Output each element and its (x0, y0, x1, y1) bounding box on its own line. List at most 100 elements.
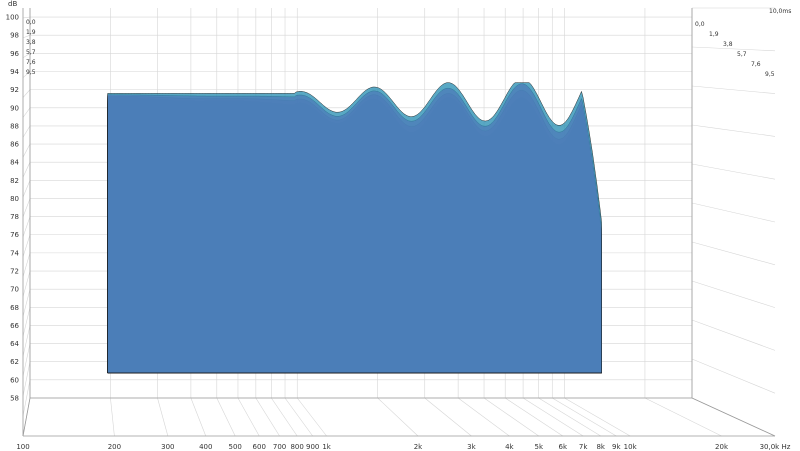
x-tick-label: 7k (579, 443, 588, 451)
grid-wall-line (22, 89, 31, 98)
grid-floor-line (538, 397, 601, 437)
grid-floor-line (457, 397, 510, 437)
grid-wall-line (691, 202, 776, 223)
chart-frame (22, 397, 31, 437)
y-tick-label: 60 (10, 376, 19, 384)
y-tick-label: 80 (10, 195, 19, 203)
y-tick-label: 76 (10, 231, 19, 239)
grid-wall-line (22, 379, 31, 417)
grid-wall-line (691, 163, 776, 180)
time-tick-label: 1,9 (709, 31, 719, 38)
x-tick-label: 900 (306, 443, 319, 451)
time-tick-label: 7,6 (26, 59, 36, 66)
grid-floor-line (157, 397, 169, 437)
y-tick-label: 68 (10, 304, 19, 312)
grid-wall-line (22, 143, 31, 158)
y-tick-label: 66 (10, 322, 19, 330)
grid-floor-line (110, 397, 115, 437)
grid-wall-line (22, 361, 31, 397)
time-tick-label: 9,5 (26, 69, 36, 76)
y-tick-label: 92 (10, 86, 19, 94)
grid-floor-line (284, 397, 313, 437)
grid-floor-line (190, 397, 207, 437)
grid-floor-line (483, 397, 539, 437)
x-tick-label: 4k (505, 443, 514, 451)
x-tick-label: 9k (612, 443, 621, 451)
grid-wall-line (22, 234, 31, 257)
grid-floor-line (271, 397, 298, 437)
grid-floor-line (552, 397, 617, 437)
grid-floor-line (237, 397, 260, 437)
grid-floor-line (424, 397, 472, 437)
grid-floor-line (297, 397, 327, 437)
x-tick-label: 1k (322, 443, 331, 451)
x-tick-label: 6k (559, 443, 568, 451)
y-tick-label: 86 (10, 141, 19, 149)
grid-wall-line (691, 46, 776, 52)
x-tick-label: 600 (253, 443, 266, 451)
grid-wall-line (22, 343, 31, 377)
grid-floor-line (255, 397, 280, 437)
x-tick-label: 100 (16, 443, 29, 451)
grid-wall-line (691, 85, 776, 94)
grid-floor-line (505, 397, 563, 437)
time-tick-label: 7,6 (751, 61, 761, 68)
grid-wall-line (22, 162, 31, 178)
y-tick-label: 72 (10, 268, 19, 276)
grid-wall-line (691, 241, 776, 266)
grid-floor-line (644, 397, 722, 437)
y-tick-label: 78 (10, 213, 19, 221)
grid-wall-line (691, 319, 776, 351)
grid-wall-line (22, 180, 31, 198)
y-tick-label: 94 (10, 68, 19, 76)
y-tick-label: 62 (10, 358, 19, 366)
grid-wall-line (22, 107, 31, 118)
time-tick-label: 0,0 (26, 19, 36, 26)
x-tick-label: 500 (229, 443, 242, 451)
x-tick-label: 3k (467, 443, 476, 451)
grid-wall-line (691, 124, 776, 137)
x-tick-label: 10k (624, 443, 638, 451)
time-max-label: 10,0ms (769, 8, 791, 15)
x-tick-label: 20k (715, 443, 729, 451)
x-tick-label: 700 (273, 443, 286, 451)
grid-wall-line (691, 358, 776, 394)
time-tick-label: 5,7 (737, 51, 747, 58)
grid-wall-line (22, 125, 31, 138)
time-tick-label: 9,5 (765, 71, 775, 78)
time-tick-label: 0,0 (695, 21, 705, 28)
time-tick-label: 5,7 (26, 49, 36, 56)
grid-wall-line (22, 216, 31, 238)
grid-floor-line (377, 397, 419, 437)
time-tick-label: 3,8 (723, 41, 733, 48)
y-tick-label: 70 (10, 286, 19, 294)
y-tick-label: 98 (10, 32, 19, 40)
grid-wall-line (691, 280, 776, 308)
y-axis-label: dB (8, 0, 17, 8)
y-tick-label: 64 (10, 340, 19, 348)
waterfall-chart: dB 58 60 62 64 66 68 70 72 74 76 78 80 82 84 86 88 90 92 94… (6, 0, 792, 451)
waterfall-slice (107, 82, 602, 374)
y-tick-label: 88 (10, 122, 19, 130)
waterfall-slices (107, 82, 602, 374)
chart-frame (691, 397, 776, 437)
y-tick-label: 96 (10, 50, 19, 58)
x-tick-label: 300 (161, 443, 174, 451)
grid-wall-line (22, 16, 31, 19)
grid-floor-line (216, 397, 236, 437)
y-tick-label: 90 (10, 104, 19, 112)
x-tick-label: 200 (108, 443, 121, 451)
x-tick-label: 5k (535, 443, 544, 451)
x-tick-label: 30,0k Hz (760, 443, 791, 451)
grid-wall-line (22, 325, 31, 357)
y-tick-label: 82 (10, 177, 19, 185)
x-tick-label: 400 (199, 443, 212, 451)
x-tick-label: 800 (290, 443, 303, 451)
y-tick-label: 58 (10, 395, 19, 403)
y-tick-label: 100 (6, 14, 19, 22)
time-tick-label: 3,8 (26, 39, 36, 46)
y-tick-label: 74 (10, 249, 19, 257)
grid-wall-line (22, 252, 31, 277)
y-tick-label: 84 (10, 159, 19, 167)
time-tick-label: 1,9 (26, 29, 36, 36)
